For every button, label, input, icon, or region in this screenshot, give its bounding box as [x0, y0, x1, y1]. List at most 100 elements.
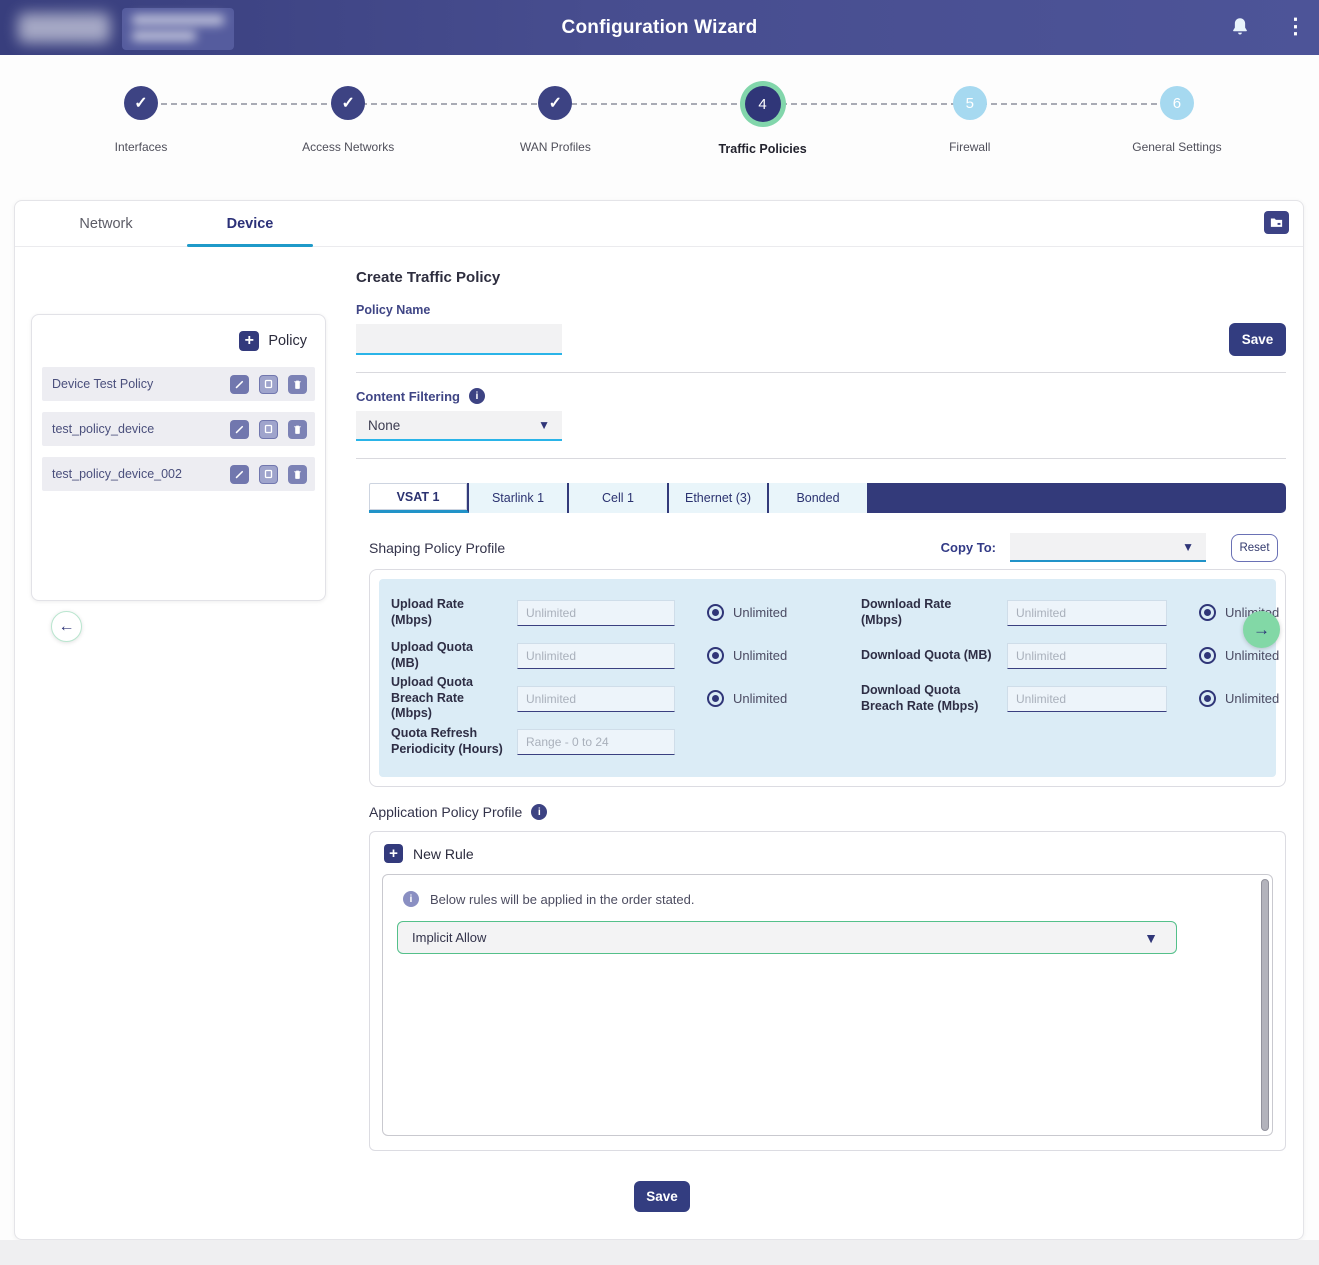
back-button[interactable]: ← — [51, 611, 82, 642]
tab-bonded[interactable]: Bonded — [769, 483, 869, 513]
radio-selected-icon — [1199, 604, 1216, 621]
implicit-allow-rule-select[interactable]: Implicit Allow ▼ — [397, 921, 1177, 954]
step-upcoming-circle: 5 — [953, 86, 987, 120]
step-general-settings[interactable]: 6 General Settings — [1117, 86, 1237, 166]
tab-starlink-1[interactable]: Starlink 1 — [469, 483, 569, 513]
application-rules-box: + New Rule i Below rules will be applied… — [369, 831, 1286, 1151]
step-done-icon: ✓ — [538, 86, 572, 120]
download-quota-unlimited-radio[interactable]: Unlimited — [1181, 647, 1311, 664]
info-icon[interactable]: i — [469, 388, 485, 404]
step-traffic-policies[interactable]: 4 Traffic Policies — [703, 86, 823, 166]
edit-policy-icon[interactable] — [230, 420, 249, 439]
policy-row[interactable]: Device Test Policy — [42, 367, 315, 401]
save-button-top[interactable]: Save — [1229, 323, 1286, 356]
delete-policy-icon[interactable] — [288, 465, 307, 484]
upload-breach-label: Upload Quota Breach Rate (Mbps) — [391, 675, 503, 722]
content-filtering-select[interactable]: None ▼ — [356, 411, 562, 441]
tab-cell-1[interactable]: Cell 1 — [569, 483, 669, 513]
policy-name-label: Policy Name — [356, 303, 430, 317]
delete-policy-icon[interactable] — [288, 420, 307, 439]
rules-order-note: Below rules will be applied in the order… — [430, 892, 694, 907]
step-active-circle: 4 — [745, 86, 781, 122]
policy-list-panel: + Policy Device Test Policy test_policy_… — [31, 314, 326, 601]
divider — [356, 372, 1286, 373]
radio-selected-icon — [1199, 690, 1216, 707]
policy-name-input[interactable] — [356, 324, 562, 355]
upload-breach-input[interactable] — [517, 686, 675, 712]
step-wan-profiles[interactable]: ✓ WAN Profiles — [495, 86, 615, 166]
wizard-stepper: ✓ Interfaces ✓ Access Networks ✓ WAN Pro… — [81, 86, 1237, 166]
download-rate-label: Download Rate (Mbps) — [861, 597, 993, 628]
copy-to-select[interactable]: ▼ — [1010, 533, 1206, 562]
main-card: Network Device + Policy Device Test Poli… — [14, 200, 1304, 1240]
upload-quota-input[interactable] — [517, 643, 675, 669]
new-rule-button[interactable]: + New Rule — [370, 832, 1285, 873]
radio-selected-icon — [707, 604, 724, 621]
scope-tabs: Network Device — [15, 201, 1303, 247]
shaping-fields-panel: Upload Rate (Mbps) Unlimited Download Ra… — [379, 579, 1276, 777]
add-policy-button[interactable]: + Policy — [42, 331, 315, 351]
download-quota-input[interactable] — [1007, 643, 1167, 669]
delete-policy-icon[interactable] — [288, 375, 307, 394]
interface-tab-strip: VSAT 1 Starlink 1 Cell 1 Ethernet (3) Bo… — [369, 483, 1286, 513]
active-tab-underline — [187, 244, 313, 247]
info-icon[interactable]: i — [531, 804, 547, 820]
shaping-profile-box: Upload Rate (Mbps) Unlimited Download Ra… — [369, 569, 1286, 787]
radio-selected-icon — [707, 647, 724, 664]
plus-icon: + — [239, 331, 259, 351]
page-title: Configuration Wizard — [0, 17, 1319, 39]
quota-refresh-input[interactable] — [517, 729, 675, 755]
radio-selected-icon — [707, 690, 724, 707]
step-done-icon: ✓ — [331, 86, 365, 120]
tab-vsat-1[interactable]: VSAT 1 — [369, 483, 469, 513]
step-access-networks[interactable]: ✓ Access Networks — [288, 86, 408, 166]
download-breach-label: Download Quota Breach Rate (Mbps) — [861, 683, 993, 714]
policy-row[interactable]: test_policy_device_002 — [42, 457, 315, 491]
upload-quota-label: Upload Quota (MB) — [391, 640, 503, 671]
tab-network[interactable]: Network — [61, 216, 151, 232]
app-header: Configuration Wizard ⋮ — [0, 0, 1319, 55]
tab-ethernet-3[interactable]: Ethernet (3) — [669, 483, 769, 513]
notifications-bell-icon[interactable] — [1229, 16, 1251, 38]
quota-refresh-label: Quota Refresh Periodicity (Hours) — [391, 726, 503, 757]
edit-policy-icon[interactable] — [230, 375, 249, 394]
shaping-profile-title: Shaping Policy Profile — [369, 540, 505, 556]
chevron-down-icon: ▼ — [1182, 540, 1194, 554]
divider — [356, 458, 1286, 459]
folder-icon[interactable] — [1264, 211, 1289, 234]
copy-policy-icon[interactable] — [259, 375, 278, 394]
section-title: Create Traffic Policy — [356, 269, 500, 286]
policy-row[interactable]: test_policy_device — [42, 412, 315, 446]
plus-icon: + — [384, 844, 403, 863]
download-breach-unlimited-radio[interactable]: Unlimited — [1181, 690, 1311, 707]
next-arrow-button[interactable]: → — [1243, 611, 1280, 648]
copy-policy-icon[interactable] — [259, 465, 278, 484]
vertical-scrollbar[interactable] — [1261, 879, 1269, 1131]
upload-rate-label: Upload Rate (Mbps) — [391, 597, 503, 628]
download-quota-label: Download Quota (MB) — [861, 648, 993, 664]
edit-policy-icon[interactable] — [230, 465, 249, 484]
upload-breach-unlimited-radio[interactable]: Unlimited — [689, 690, 847, 707]
rules-list-container: i Below rules will be applied in the ord… — [382, 874, 1273, 1136]
download-breach-input[interactable] — [1007, 686, 1167, 712]
chevron-down-icon: ▼ — [538, 418, 550, 432]
step-firewall[interactable]: 5 Firewall — [910, 86, 1030, 166]
step-upcoming-circle: 6 — [1160, 86, 1194, 120]
copy-policy-icon[interactable] — [259, 420, 278, 439]
upload-rate-input[interactable] — [517, 600, 675, 626]
content-filtering-label: Content Filtering — [356, 389, 460, 404]
save-button-bottom[interactable]: Save — [634, 1181, 690, 1212]
step-interfaces[interactable]: ✓ Interfaces — [81, 86, 201, 166]
step-done-icon: ✓ — [124, 86, 158, 120]
download-rate-input[interactable] — [1007, 600, 1167, 626]
upload-rate-unlimited-radio[interactable]: Unlimited — [689, 604, 847, 621]
copy-to-label: Copy To: — [941, 540, 996, 555]
chevron-down-icon: ▼ — [1144, 930, 1158, 946]
info-icon: i — [403, 891, 419, 907]
reset-button[interactable]: Reset — [1231, 534, 1278, 562]
more-options-icon[interactable]: ⋮ — [1285, 13, 1301, 41]
application-profile-title: Application Policy Profile — [369, 804, 522, 820]
tab-device[interactable]: Device — [187, 201, 313, 246]
radio-selected-icon — [1199, 647, 1216, 664]
upload-quota-unlimited-radio[interactable]: Unlimited — [689, 647, 847, 664]
